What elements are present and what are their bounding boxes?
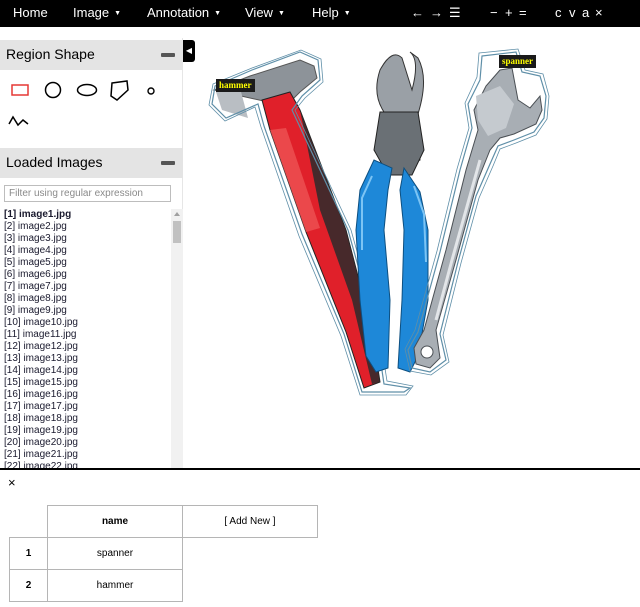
- image-list-item[interactable]: [6] image6.jpg: [0, 269, 171, 281]
- table-row: 1 spanner: [9, 537, 318, 570]
- annotated-image[interactable]: [195, 30, 640, 468]
- menu-help[interactable]: Help ▼: [312, 0, 351, 27]
- image-list-item[interactable]: [1] image1.jpg: [0, 209, 171, 221]
- image-list-item[interactable]: [10] image10.jpg: [0, 317, 171, 329]
- image-list-item[interactable]: [3] image3.jpg: [0, 233, 171, 245]
- image-filter-input[interactable]: [4, 185, 171, 202]
- image-list-item[interactable]: [21] image21.jpg: [0, 449, 171, 461]
- scroll-thumb[interactable]: [173, 221, 181, 243]
- zoom-reset-button[interactable]: =: [519, 0, 527, 27]
- image-canvas[interactable]: hammer spanner: [195, 30, 640, 468]
- ellipse-icon[interactable]: [76, 83, 98, 97]
- table-corner: [10, 506, 48, 538]
- image-list: [1] image1.jpg [2] image2.jpg [3] image3.j…: [0, 209, 171, 468]
- image-list-item[interactable]: [9] image9.jpg: [0, 305, 171, 317]
- top-menu-bar: Home Image ▼ Annotation ▼ View ▼ Help ▼ ← → …: [0, 0, 640, 27]
- loaded-images-header[interactable]: Loaded Images: [0, 148, 183, 178]
- loaded-images-title: Loaded Images: [6, 154, 103, 170]
- add-new-attribute-button[interactable]: [ Add New ]: [182, 505, 318, 538]
- menu-image-label: Image: [73, 5, 110, 20]
- name-cell[interactable]: hammer: [47, 569, 183, 602]
- region-label-spanner[interactable]: spanner: [499, 55, 537, 68]
- image-list-item[interactable]: [20] image20.jpg: [0, 437, 171, 449]
- table-header-row: name [ Add New ]: [10, 505, 318, 538]
- image-list-icon[interactable]: ☰: [449, 0, 461, 27]
- image-list-item[interactable]: [16] image16.jpg: [0, 389, 171, 401]
- spanner-object: [404, 48, 550, 376]
- caret-down-icon: ▼: [114, 10, 122, 17]
- image-list-item[interactable]: [4] image4.jpg: [0, 245, 171, 257]
- image-list-item[interactable]: [22] image22.jpg: [0, 461, 171, 468]
- name-cell[interactable]: spanner: [47, 537, 183, 570]
- image-list-item[interactable]: [15] image15.jpg: [0, 377, 171, 389]
- image-list-item[interactable]: [5] image5.jpg: [0, 257, 171, 269]
- menu-view[interactable]: View ▼: [245, 0, 285, 27]
- image-list-item[interactable]: [19] image19.jpg: [0, 425, 171, 437]
- menu-help-label: Help: [312, 5, 339, 20]
- close-icon[interactable]: ×: [8, 475, 16, 490]
- delete-button[interactable]: ×: [595, 0, 603, 27]
- collapse-icon[interactable]: [161, 53, 175, 57]
- row-index: 2: [9, 569, 48, 602]
- circle-icon[interactable]: [44, 81, 62, 99]
- select-all-button[interactable]: a: [582, 0, 589, 27]
- next-image-icon[interactable]: →: [430, 0, 443, 27]
- menu-image[interactable]: Image ▼: [73, 0, 121, 27]
- image-list-item[interactable]: [8] image8.jpg: [0, 293, 171, 305]
- image-list-item[interactable]: [13] image13.jpg: [0, 353, 171, 365]
- pliers-object: [355, 51, 429, 373]
- region-shape-header[interactable]: Region Shape: [0, 40, 183, 70]
- rectangle-icon[interactable]: [11, 84, 29, 96]
- image-list-item[interactable]: [18] image18.jpg: [0, 413, 171, 425]
- menu-home-label: Home: [13, 5, 48, 20]
- left-sidebar: Region Shape Loaded Images [1] image1.jp…: [0, 38, 183, 468]
- image-list-item[interactable]: [11] image11.jpg: [0, 329, 171, 341]
- column-header-name[interactable]: name: [47, 505, 183, 538]
- image-list-item[interactable]: [17] image17.jpg: [0, 401, 171, 413]
- polyline-icon[interactable]: [8, 115, 30, 129]
- zoom-out-button[interactable]: −: [490, 0, 498, 27]
- scroll-up-icon[interactable]: [174, 212, 180, 216]
- region-shape-title: Region Shape: [6, 46, 95, 62]
- prev-image-icon[interactable]: ←: [411, 0, 424, 27]
- caret-down-icon: ▼: [277, 10, 285, 17]
- collapse-icon[interactable]: [161, 161, 175, 165]
- copy-button[interactable]: c: [555, 0, 562, 27]
- menu-annotation-label: Annotation: [147, 5, 210, 20]
- menu-annotation[interactable]: Annotation ▼: [147, 0, 221, 27]
- empty-cell: [183, 538, 318, 570]
- menu-home[interactable]: Home: [13, 0, 48, 27]
- image-list-item[interactable]: [2] image2.jpg: [0, 221, 171, 233]
- polygon-icon[interactable]: [108, 80, 130, 102]
- zoom-in-button[interactable]: +: [505, 0, 513, 27]
- region-label-hammer[interactable]: hammer: [216, 79, 255, 92]
- image-list-scrollbar[interactable]: [171, 209, 183, 468]
- annotation-editor: × name [ Add New ] 1 spanner 2 hammer: [0, 468, 640, 607]
- caret-down-icon: ▼: [343, 10, 351, 17]
- row-index: 1: [9, 537, 48, 570]
- table-row: 2 hammer: [9, 569, 318, 602]
- attribute-table: name [ Add New ] 1 spanner 2 hammer: [9, 505, 318, 602]
- image-list-item[interactable]: [14] image14.jpg: [0, 365, 171, 377]
- empty-cell: [183, 570, 318, 602]
- point-icon[interactable]: [146, 86, 156, 96]
- paste-button[interactable]: v: [569, 0, 576, 27]
- image-list-item[interactable]: [7] image7.jpg: [0, 281, 171, 293]
- menu-view-label: View: [245, 5, 273, 20]
- sidebar-toggle-icon[interactable]: ◀: [183, 40, 195, 62]
- caret-down-icon: ▼: [214, 10, 222, 17]
- image-list-item[interactable]: [12] image12.jpg: [0, 341, 171, 353]
